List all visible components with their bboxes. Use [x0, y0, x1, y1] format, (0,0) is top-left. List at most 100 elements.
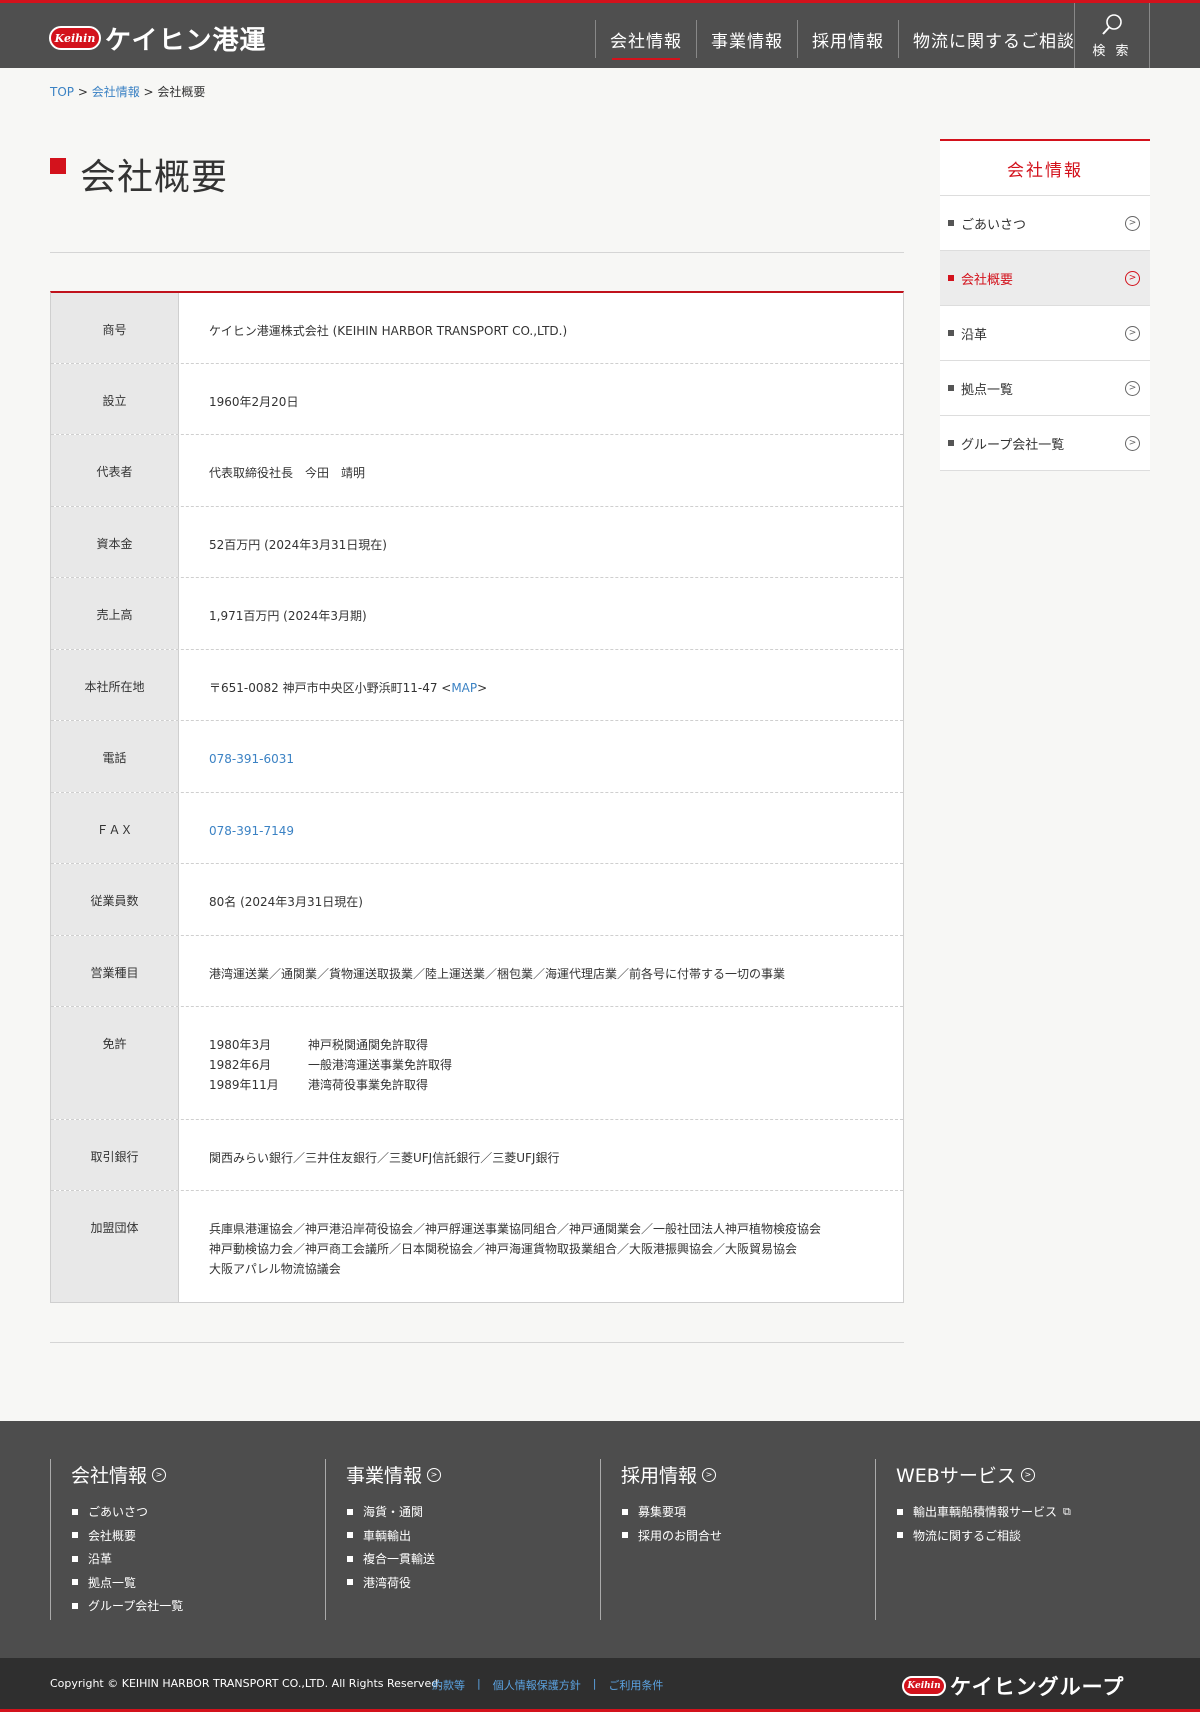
search-label: 検 索: [1092, 44, 1132, 59]
footer-column-title[interactable]: 会社情報 >: [71, 1461, 325, 1488]
footer-link[interactable]: 拠点一覧: [71, 1571, 325, 1595]
phone-link[interactable]: 078-391-6031: [209, 752, 294, 766]
row-label: 本社所在地: [51, 650, 179, 720]
breadcrumb-current: 会社概要: [157, 85, 206, 99]
sidebar-item-label: 沿革: [961, 327, 988, 343]
terms-link[interactable]: 約款等: [432, 1677, 465, 1693]
table-row: 本社所在地 〒651-0082 神戸市中央区小野浜町11-47 <MAP>: [51, 650, 903, 721]
footer-column-business: 事業情報 > 海貨・通関 車輌輸出 複合一貫輸送 港湾荷役: [325, 1459, 600, 1620]
circle-arrow-right-icon: >: [1125, 436, 1140, 451]
table-row: ＦＡＸ 078-391-7149: [51, 793, 903, 864]
bullet-icon: [948, 440, 954, 446]
bullet-icon: [347, 1555, 353, 1562]
logo-badge-icon: Keihin: [902, 1676, 946, 1696]
footer-link-label: 拠点一覧: [88, 1575, 137, 1590]
row-label: 免許: [51, 1007, 179, 1119]
nav-business[interactable]: 事業情報: [696, 20, 797, 58]
footer-column-title[interactable]: 採用情報 >: [621, 1461, 875, 1488]
footer-link[interactable]: 採用のお問合せ: [621, 1524, 875, 1548]
footer-link[interactable]: 港湾荷役: [346, 1571, 600, 1595]
sidebar-item-group[interactable]: グループ会社一覧 >: [940, 416, 1150, 471]
bullet-icon: [72, 1602, 78, 1609]
bullet-icon: [622, 1508, 628, 1515]
row-value: 078-391-7149: [179, 793, 903, 863]
sidebar-item-label: グループ会社一覧: [961, 437, 1065, 453]
footer-link[interactable]: 募集要項: [621, 1500, 875, 1524]
footer-link[interactable]: 車輌輸出: [346, 1524, 600, 1548]
row-label: 従業員数: [51, 864, 179, 935]
site-footer: 会社情報 > ごあいさつ 会社概要 沿革 拠点一覧 グループ会社一覧 事業情報 > …: [0, 1421, 1200, 1658]
bullet-icon: [347, 1579, 353, 1586]
row-value: 1,971百万円 (2024年3月期): [209, 609, 367, 623]
bullet-icon: [72, 1579, 78, 1586]
bullet-icon: [897, 1508, 903, 1515]
group-logo[interactable]: Keihin ケイヒングループ: [902, 1671, 1124, 1701]
fax-link[interactable]: 078-391-7149: [209, 824, 294, 838]
bullet-icon: [347, 1532, 353, 1539]
footer-link[interactable]: 沿革: [71, 1547, 325, 1571]
footer-link-label: 会社概要: [88, 1528, 137, 1543]
nav-consult[interactable]: 物流に関するご相談: [898, 20, 1089, 58]
row-value: 1960年2月20日: [209, 395, 299, 409]
footer-column-title[interactable]: WEBサービス >: [896, 1461, 1150, 1488]
bullet-icon: [948, 385, 954, 391]
footer-link-label: 複合一貫輸送: [363, 1552, 436, 1567]
breadcrumb-top[interactable]: TOP: [50, 85, 74, 99]
footer-link[interactable]: 物流に関するご相談: [896, 1524, 1150, 1548]
table-row: 商号 ケイヒン港運株式会社 (KEIHIN HARBOR TRANSPORT C…: [51, 293, 903, 364]
license-text: 神戸税関通関免許取得: [308, 1038, 429, 1052]
row-label: 売上高: [51, 578, 179, 649]
table-row: 従業員数 80名 (2024年3月31日現在): [51, 864, 903, 936]
divider: [50, 1342, 904, 1343]
sidebar-title: 会社情報: [940, 139, 1150, 196]
footer-link[interactable]: グループ会社一覧: [71, 1594, 325, 1618]
sidebar-item-history[interactable]: 沿革 >: [940, 306, 1150, 361]
bullet-icon: [72, 1508, 78, 1515]
privacy-link[interactable]: 個人情報保護方針: [493, 1677, 581, 1693]
map-link[interactable]: MAP: [451, 681, 477, 695]
sidebar-item-greeting[interactable]: ごあいさつ >: [940, 196, 1150, 251]
license-line: 1989年11月 港湾荷役事業免許取得: [209, 1075, 873, 1095]
license-line: 1982年6月 一般港湾運送事業免許取得: [209, 1055, 873, 1075]
conditions-link[interactable]: ご利用条件: [608, 1677, 663, 1693]
sidebar-item-locations[interactable]: 拠点一覧 >: [940, 361, 1150, 416]
circle-arrow-right-icon: >: [152, 1467, 167, 1482]
footer-link[interactable]: 会社概要: [71, 1524, 325, 1548]
footer-link[interactable]: 複合一貫輸送: [346, 1547, 600, 1571]
table-row: 電話 078-391-6031: [51, 721, 903, 793]
row-label: 加盟団体: [51, 1191, 179, 1302]
footer-link-label: 採用のお問合せ: [638, 1528, 723, 1543]
row-label: 資本金: [51, 507, 179, 577]
footer-link[interactable]: 海貨・通関: [346, 1500, 600, 1524]
circle-arrow-right-icon: >: [702, 1467, 717, 1482]
group-logo-text: ケイヒングループ: [950, 1675, 1125, 1699]
logo-badge-icon: Keihin: [49, 26, 101, 50]
site-logo[interactable]: Keihin ケイヒン港運: [49, 23, 266, 56]
footer-title-text: 採用情報: [621, 1465, 698, 1487]
footer-column-title[interactable]: 事業情報 >: [346, 1461, 600, 1488]
row-label: 電話: [51, 721, 179, 792]
company-profile-table: 商号 ケイヒン港運株式会社 (KEIHIN HARBOR TRANSPORT C…: [50, 291, 904, 1303]
logo-text: ケイヒン港運: [105, 25, 267, 56]
row-label: 代表者: [51, 435, 179, 506]
breadcrumb-sep: >: [139, 85, 158, 99]
row-value: 〒651-0082 神戸市中央区小野浜町11-47 <MAP>: [179, 650, 903, 720]
external-link-icon: ⧉: [1063, 1504, 1071, 1518]
association-line: 兵庫県港運協会／神戸港沿岸荷役協会／神戸艀運送事業協同組合／神戸通関業会／一般社…: [209, 1222, 822, 1236]
footer-link[interactable]: ごあいさつ: [71, 1500, 325, 1524]
nav-recruit[interactable]: 採用情報: [797, 20, 898, 58]
search-button[interactable]: 検 索: [1074, 3, 1150, 68]
circle-arrow-right-icon: >: [427, 1467, 442, 1482]
footer-link[interactable]: 輸出車輌船積情報サービス ⧉: [896, 1500, 1150, 1524]
row-value: ケイヒン港運株式会社 (KEIHIN HARBOR TRANSPORT CO.,…: [209, 324, 568, 338]
bullet-icon: [347, 1508, 353, 1515]
copyright-text: Copyright © KEIHIN HARBOR TRANSPORT CO.,…: [50, 1677, 442, 1690]
bullet-icon: [72, 1555, 78, 1562]
breadcrumb-company[interactable]: 会社情報: [92, 85, 140, 99]
nav-company[interactable]: 会社情報: [595, 20, 696, 60]
logo-badge-text: Keihin: [54, 31, 96, 45]
link-separator: |: [592, 1677, 597, 1690]
sidebar-item-overview[interactable]: 会社概要 >: [940, 251, 1150, 306]
row-value: 関西みらい銀行／三井住友銀行／三菱UFJ信託銀行／三菱UFJ銀行: [209, 1151, 560, 1165]
license-line: 1980年3月 神戸税関通関免許取得: [209, 1035, 873, 1055]
